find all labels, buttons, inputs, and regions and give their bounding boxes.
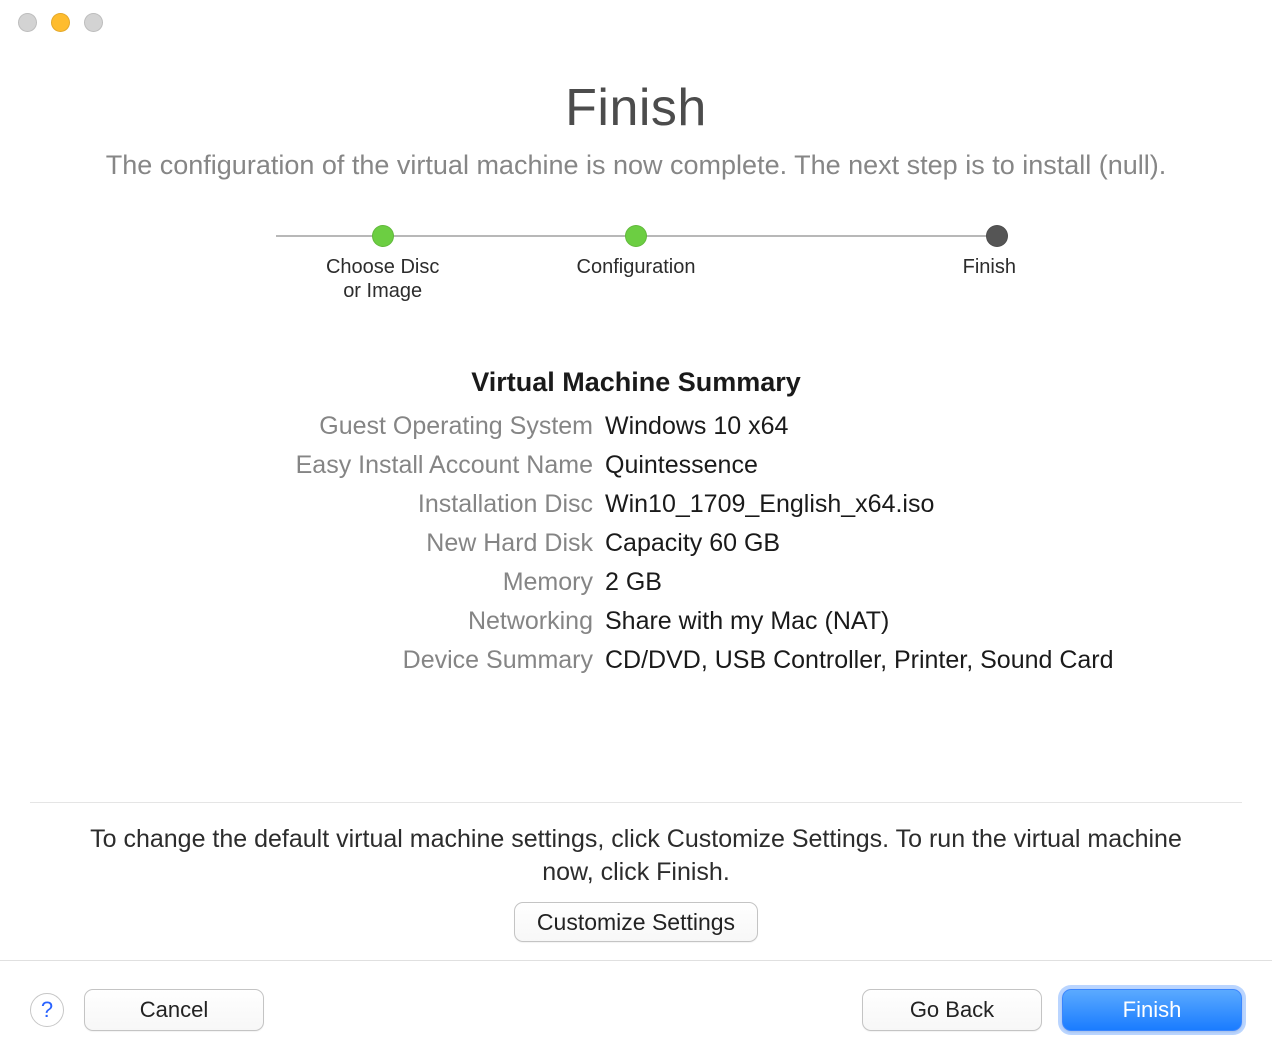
page-title: Finish [565, 78, 707, 138]
summary-label: Device Summary [0, 646, 593, 675]
step-choose-disc: Choose Disc or Image [256, 225, 509, 303]
summary-label: Guest Operating System [0, 412, 593, 441]
vm-summary: Virtual Machine Summary Guest Operating … [0, 367, 1272, 675]
step-label: Finish [963, 255, 1016, 279]
step-configuration: Configuration [509, 225, 762, 303]
summary-label: New Hard Disk [0, 529, 593, 558]
hint-section: To change the default virtual machine se… [30, 802, 1242, 942]
step-dot-icon [372, 225, 394, 247]
summary-label: Easy Install Account Name [0, 451, 593, 480]
wizard-stepper: Choose Disc or Image Configuration Finis… [256, 225, 1016, 303]
summary-value: 2 GB [605, 568, 1272, 597]
summary-value: Share with my Mac (NAT) [605, 607, 1272, 636]
summary-value: CD/DVD, USB Controller, Printer, Sound C… [605, 646, 1272, 675]
customize-settings-button[interactable]: Customize Settings [514, 902, 758, 942]
page-subtitle: The configuration of the virtual machine… [106, 148, 1167, 183]
summary-value: Windows 10 x64 [605, 412, 1272, 441]
step-dot-icon [625, 225, 647, 247]
cancel-button[interactable]: Cancel [84, 989, 264, 1031]
summary-label: Memory [0, 568, 593, 597]
summary-grid: Guest Operating System Windows 10 x64 Ea… [0, 412, 1272, 675]
step-dot-icon [986, 225, 1008, 247]
finish-button[interactable]: Finish [1062, 989, 1242, 1031]
window-zoom-button[interactable] [84, 13, 103, 32]
summary-heading: Virtual Machine Summary [0, 367, 1272, 398]
summary-value: Quintessence [605, 451, 1272, 480]
summary-value: Win10_1709_English_x64.iso [605, 490, 1272, 519]
step-label: Configuration [577, 255, 696, 279]
window-close-button[interactable] [18, 13, 37, 32]
step-finish: Finish [763, 225, 1016, 303]
hint-text: To change the default virtual machine se… [80, 823, 1192, 888]
window-titlebar [0, 0, 1272, 44]
go-back-button[interactable]: Go Back [862, 989, 1042, 1031]
step-label: Choose Disc or Image [326, 255, 439, 303]
dialog-footer: ? Cancel Go Back Finish [0, 960, 1272, 1058]
summary-label: Networking [0, 607, 593, 636]
window-minimize-button[interactable] [51, 13, 70, 32]
summary-value: Capacity 60 GB [605, 529, 1272, 558]
help-icon: ? [41, 997, 53, 1023]
help-button[interactable]: ? [30, 993, 64, 1027]
summary-label: Installation Disc [0, 490, 593, 519]
